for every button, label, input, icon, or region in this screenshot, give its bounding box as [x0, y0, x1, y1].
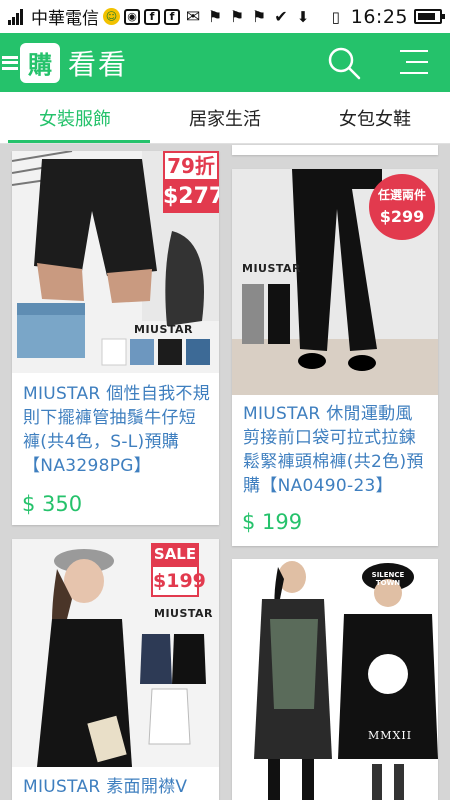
app-logo[interactable]: 購 — [20, 42, 60, 83]
product-card[interactable]: SILENCE TOWN MMXII — [232, 559, 438, 800]
tab-home-living[interactable]: 居家生活 — [150, 92, 300, 143]
product-image[interactable]: MIUSTAR 任選兩件 $299 — [232, 169, 438, 395]
category-tabs: 女裝服飾 居家生活 女包女鞋 — [0, 92, 450, 144]
discount-price: $277 — [163, 181, 219, 213]
promo-label: 任選兩件 — [377, 188, 426, 202]
battery-icon — [414, 9, 445, 24]
flag-icon: ⚑ — [229, 7, 245, 26]
product-image[interactable]: MIUSTAR SALE $199 — [12, 539, 219, 767]
flag-icon: ⚑ — [207, 7, 223, 26]
promo-price: $299 — [379, 207, 425, 226]
product-title[interactable]: MIUSTAR 個性自我不規則下擺褲管抽鬚牛仔短褲(共4色，S-L)預購【NA3… — [23, 382, 211, 478]
shirt-print: MMXII — [368, 729, 413, 742]
product-price: $ 199 — [242, 510, 303, 534]
check-icon: ✔ — [274, 7, 288, 26]
brand-label: MIUSTAR — [154, 607, 214, 620]
product-price: $ 350 — [22, 492, 83, 516]
product-image[interactable]: MIUSTAR 79折 $277 — [12, 151, 219, 373]
mail-icon: ✉ — [185, 6, 201, 27]
discount-percent: 79折 — [163, 151, 219, 181]
product-card[interactable]: MIUSTAR 任選兩件 $299 MIUSTAR 休閒運動風剪接前口袋可拉式拉… — [232, 169, 438, 546]
vibrate-icon: ▯ — [331, 7, 340, 26]
carrier-name: 中華電信 — [31, 9, 99, 29]
download-icon: ⬇ — [296, 7, 310, 26]
product-card-partial[interactable] — [232, 145, 438, 155]
status-bar: 中華電信 ☺ ◉ f f ✉ ⚑ ⚑ ⚑ ✔ ⬇ ▯ 16:25 — [0, 0, 450, 33]
product-grid: MIUSTAR 79折 $277 MIUSTAR 個性自我不規則下擺褲管抽鬚牛仔… — [0, 145, 450, 800]
discount-badge: 79折 $277 — [163, 151, 219, 213]
tab-womens-apparel[interactable]: 女裝服飾 — [0, 92, 150, 143]
facebook-icon: f — [164, 8, 180, 25]
product-card[interactable]: MIUSTAR SALE $199 MIUSTAR 素面開襟V — [12, 539, 219, 800]
flag-icon: ⚑ — [251, 7, 267, 26]
cap-print: SILENCE TOWN — [371, 571, 405, 587]
search-icon[interactable] — [326, 45, 362, 81]
product-image[interactable]: SILENCE TOWN MMXII — [232, 559, 438, 800]
app-bar: 購 看看 — [0, 33, 450, 92]
product-title[interactable]: MIUSTAR 休閒運動風剪接前口袋可拉式拉鍊鬆緊褲頭棉褲(共2色)預購【NA0… — [243, 402, 430, 498]
smiley-icon: ☺ — [103, 8, 120, 25]
camera-icon: ◉ — [124, 8, 140, 25]
brand-label: MIUSTAR — [242, 262, 302, 275]
list-menu-icon[interactable] — [398, 47, 430, 77]
product-title[interactable]: MIUSTAR 素面開襟V — [23, 775, 211, 799]
sale-price: $199 — [151, 565, 206, 597]
clock: 16:25 — [350, 5, 408, 28]
sale-badge: SALE $199 — [151, 543, 206, 597]
product-card[interactable]: MIUSTAR 79折 $277 MIUSTAR 個性自我不規則下擺褲管抽鬚牛仔… — [12, 151, 219, 525]
tab-bags-shoes[interactable]: 女包女鞋 — [300, 92, 450, 143]
facebook-icon: f — [144, 8, 160, 25]
promo-badge: 任選兩件 $299 — [369, 174, 435, 240]
sale-label: SALE — [151, 543, 199, 565]
signal-icon — [8, 8, 23, 25]
app-title: 看看 — [68, 47, 129, 81]
brand-label: MIUSTAR — [134, 323, 194, 336]
menu-icon[interactable] — [2, 54, 18, 72]
